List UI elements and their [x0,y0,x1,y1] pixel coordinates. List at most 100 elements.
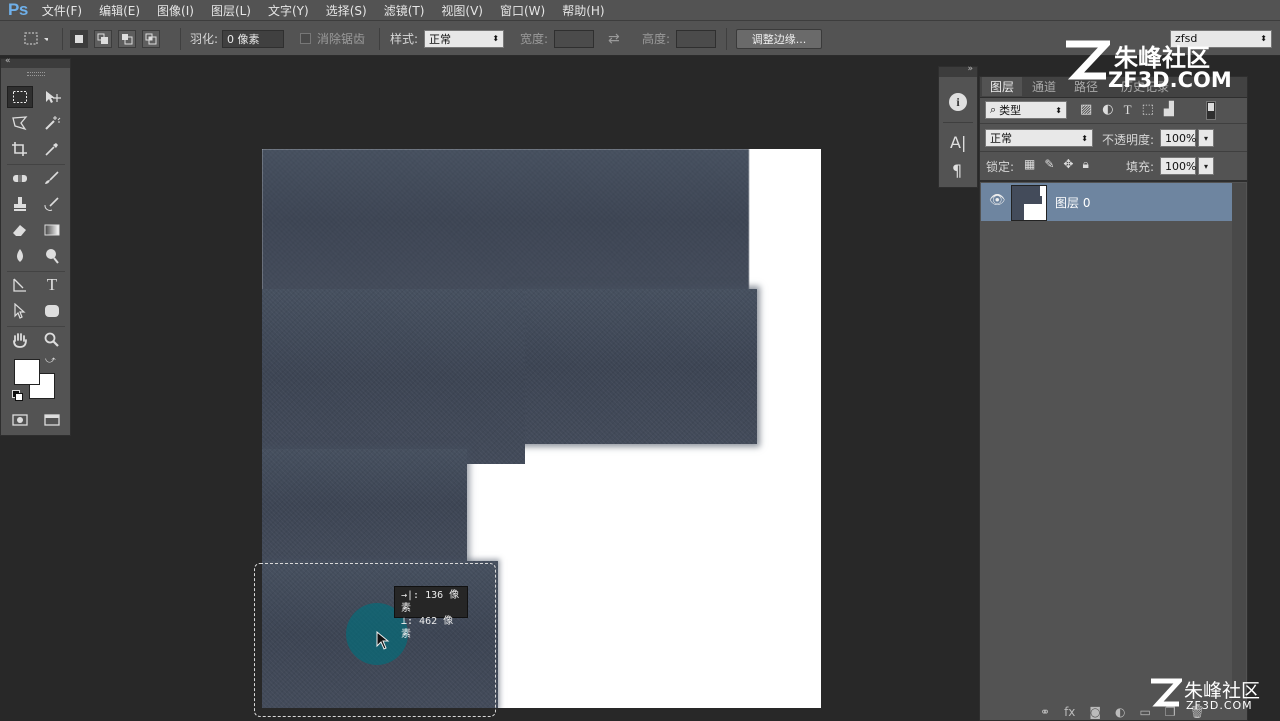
menu-layer[interactable]: 图层(L) [211,2,251,19]
swap-dimensions-icon[interactable]: ⇄ [608,31,620,47]
layers-scrollbar[interactable] [1232,183,1246,703]
character-icon: A| [950,133,967,152]
hand-tool[interactable] [7,329,33,351]
select-arrows-icon: ⬍ [1081,133,1088,143]
layer-name[interactable]: 图层 0 [1055,194,1090,211]
gradient-tool[interactable] [39,219,65,241]
foreground-color-swatch[interactable] [14,359,40,385]
marquee-preset-icon [24,32,48,44]
adjustment-layer-icon[interactable]: ◐ [1115,705,1125,719]
fill-slider-button[interactable]: ▾ [1198,157,1214,175]
blend-mode-select[interactable]: 正常 ⬍ [985,129,1093,147]
eraser-tool[interactable] [7,219,33,241]
swap-colors-icon[interactable]: ⤻ [45,355,56,366]
style-label: 样式: [390,32,419,46]
refine-edge-button[interactable]: 调整边缘... [736,28,822,49]
menu-edit[interactable]: 编辑(E) [99,2,140,19]
collapsed-panel-dock: » i A| ¶ [938,64,978,188]
paragraph-panel-button[interactable]: ¶ [952,161,962,180]
lock-all-icon[interactable]: 🔒︎ [1082,157,1088,172]
filter-toggle-switch[interactable] [1206,101,1216,120]
tab-layers[interactable]: 图层 [982,77,1022,96]
opacity-input[interactable]: 100% [1160,129,1196,147]
quick-mask-button[interactable] [7,409,33,431]
layer-row[interactable]: 👁︎ 图层 0 [981,183,1232,221]
collapse-arrows-icon[interactable]: « [5,56,11,66]
subtract-selection-button[interactable] [118,29,136,48]
shape-tool[interactable] [39,300,65,322]
history-brush-icon [44,197,59,211]
eyedropper-tool[interactable] [39,138,65,160]
eyedropper-icon [45,143,58,156]
menu-window[interactable]: 窗口(W) [500,2,545,19]
filter-type-icon[interactable]: T [1124,102,1132,118]
intersect-selection-button[interactable] [142,29,160,48]
menu-filter[interactable]: 滤镜(T) [384,2,425,19]
info-panel-button[interactable]: i [949,93,967,111]
menu-help[interactable]: 帮助(H) [562,2,604,19]
layer-filter-value: 类型 [999,104,1022,117]
lock-transparent-icon[interactable]: ▦ [1024,157,1035,172]
select-arrows-icon: ⬍ [1055,105,1062,115]
layers-panel: 图层 通道 路径 历史记录 ⌕ 类型 ⬍ ▨ ◐ T ⬚ ▟ 正常 ⬍ 不透明度… [979,76,1248,721]
mouse-cursor-icon [376,631,390,650]
height-input[interactable] [676,29,717,48]
layer-style-icon[interactable]: fx [1064,705,1075,719]
denim-patch-middle-right [512,289,757,444]
antialias-checkbox[interactable] [300,33,311,44]
direct-select-icon [14,303,26,319]
quick-mask-icon [12,414,28,426]
menu-select[interactable]: 选择(S) [326,2,367,19]
blur-tool[interactable] [7,245,33,267]
add-mask-icon[interactable]: ◙ [1089,705,1101,719]
width-input[interactable] [554,29,595,48]
eraser-icon [13,225,26,236]
spot-healing-tool[interactable] [7,167,33,189]
pen-tool[interactable] [7,274,33,296]
menu-view[interactable]: 视图(V) [441,2,483,19]
link-layers-icon[interactable]: ⚭ [1040,705,1050,719]
visibility-eye-icon[interactable]: 👁︎ [989,193,1006,208]
add-selection-button[interactable] [94,29,112,48]
menu-type[interactable]: 文字(Y) [268,2,309,19]
dodge-tool[interactable] [39,245,65,267]
move-tool[interactable] [39,86,65,108]
tab-channels[interactable]: 通道 [1024,77,1064,96]
opacity-slider-button[interactable]: ▾ [1198,129,1214,147]
fill-input[interactable]: 100% [1160,157,1196,175]
path-selection-tool[interactable] [7,300,33,322]
tooltip-height: ⊥: 462 像素 [401,616,454,640]
crop-tool[interactable] [7,138,33,160]
menu-image[interactable]: 图像(I) [157,2,194,19]
magic-wand-tool[interactable] [39,112,65,134]
filter-pixel-icon[interactable]: ▨ [1080,102,1092,118]
clone-stamp-tool[interactable] [7,193,33,215]
screen-mode-button[interactable] [39,409,65,431]
lock-image-icon[interactable]: ✎ [1044,157,1054,172]
zoom-tool[interactable] [39,329,65,351]
filter-shape-icon[interactable]: ⬚ [1142,102,1154,118]
new-selection-button[interactable] [70,29,88,48]
history-brush-tool[interactable] [39,193,65,215]
lock-label: 锁定: [986,160,1015,174]
layer-thumbnail [1011,185,1047,221]
character-panel-button[interactable]: A| [950,133,966,152]
stamp-icon [14,197,26,211]
new-selection-icon [75,34,83,43]
lock-position-icon[interactable]: ✥ [1063,157,1073,172]
style-select[interactable]: 正常 ⬍ [424,29,505,48]
expand-arrows-icon[interactable]: » [967,64,973,74]
brush-tool[interactable] [39,167,65,189]
tool-preset-picker[interactable] [8,21,48,56]
layer-filter-select[interactable]: ⌕ 类型 ⬍ [985,101,1067,119]
menu-file[interactable]: 文件(F) [42,2,82,19]
filter-smart-object-icon[interactable]: ▟ [1164,102,1174,118]
dock-header[interactable]: » [939,64,977,77]
tools-panel-header[interactable]: « [1,56,70,68]
lasso-tool[interactable] [7,112,33,134]
filter-adjustment-icon[interactable]: ◐ [1102,102,1113,118]
rectangular-marquee-tool[interactable] [7,86,33,108]
default-colors-icon[interactable] [12,390,23,401]
type-tool[interactable]: T [39,274,65,296]
feather-input[interactable]: 0 像素 [222,29,285,48]
